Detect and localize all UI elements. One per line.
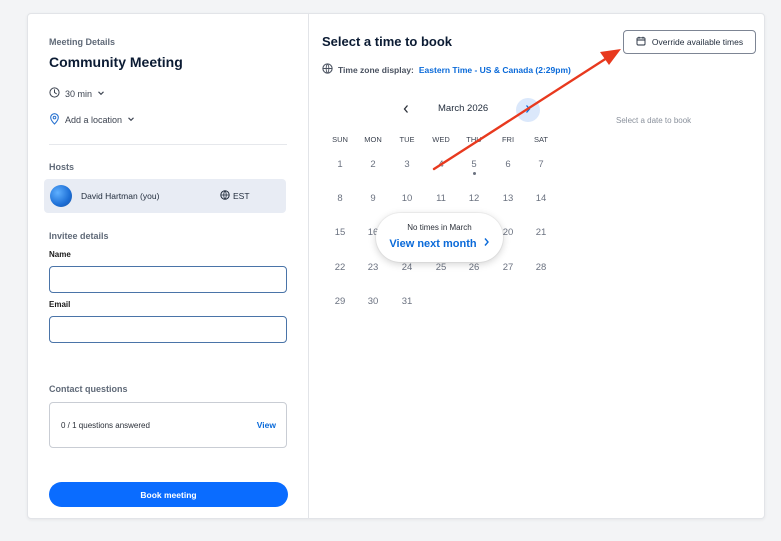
calendar-day: 14: [535, 193, 547, 204]
calendar-day: 15: [334, 227, 346, 238]
map-pin-icon: [49, 113, 60, 127]
name-field[interactable]: [49, 266, 287, 293]
calendar-day: 12: [468, 193, 480, 204]
calendar-day: 1: [337, 159, 343, 170]
month-label: March 2026: [438, 103, 489, 114]
timezone-value[interactable]: Eastern Time - US & Canada (2:29pm): [419, 65, 571, 75]
contact-questions-label: Contact questions: [49, 384, 128, 394]
timezone-label: Time zone display:: [338, 64, 414, 75]
calendar-day: 6: [505, 159, 511, 170]
meeting-details-label: Meeting Details: [49, 37, 116, 47]
meeting-title: Community Meeting: [49, 54, 183, 70]
calendar-day: 11: [436, 193, 446, 204]
no-times-message: No times in March: [407, 223, 472, 232]
select-date-hint: Select a date to book: [616, 116, 692, 125]
today-marker: [472, 172, 476, 175]
location-selector[interactable]: Add a location: [49, 113, 135, 127]
divider: [49, 144, 287, 145]
host-row: David Hartman (you) EST: [44, 179, 286, 213]
chevron-right-icon: [483, 237, 490, 250]
calendar-day: 2: [370, 159, 376, 170]
calendar-day: 31: [401, 296, 413, 307]
calendar-day: 22: [334, 262, 346, 273]
calendar-day: 10: [401, 193, 413, 204]
questions-status: 0 / 1 questions answered: [61, 420, 150, 430]
calendar-day: 7: [538, 159, 544, 170]
host-timezone: EST: [220, 190, 250, 202]
calendar-day: 3: [404, 159, 410, 170]
chevron-down-icon: [97, 89, 105, 99]
hosts-label: Hosts: [49, 162, 75, 172]
duration-value: 30 min: [65, 88, 93, 99]
weekday-sun: SUN: [332, 135, 348, 144]
weekday-thu: THU: [466, 135, 482, 144]
weekday-wed: WED: [432, 135, 450, 144]
weekday-sat: SAT: [533, 135, 549, 144]
select-time-title: Select a time to book: [322, 34, 453, 49]
calendar-day: 13: [502, 193, 514, 204]
host-timezone-label: EST: [233, 191, 250, 201]
no-times-popup: No times in March View next month: [376, 213, 503, 262]
calendar-day: 23: [367, 262, 379, 273]
globe-icon: [220, 190, 230, 202]
calendar-day: 8: [337, 193, 343, 204]
email-field[interactable]: [49, 316, 287, 343]
host-name: David Hartman (you): [81, 191, 160, 201]
weekday-mon: MON: [364, 135, 382, 144]
contact-questions-box: 0 / 1 questions answered View: [49, 402, 287, 448]
calendar-day: 27: [502, 262, 514, 273]
weekday-tue: TUE: [399, 135, 415, 144]
booking-card: Meeting Details Community Meeting 30 min…: [27, 13, 765, 519]
calendar-day: 4: [438, 159, 444, 170]
chevron-right-icon: [524, 101, 532, 119]
globe-icon: [322, 63, 333, 76]
name-label: Name: [49, 250, 71, 259]
view-next-month-link[interactable]: View next month: [376, 237, 503, 250]
duration-selector[interactable]: 30 min: [49, 87, 105, 100]
email-label: Email: [49, 300, 71, 309]
meeting-details-panel: Meeting Details Community Meeting 30 min…: [28, 14, 309, 518]
calendar-day: 21: [535, 227, 547, 238]
calendar-icon: [636, 36, 646, 48]
calendar-day: 30: [367, 296, 379, 307]
override-available-times-button[interactable]: Override available times: [623, 30, 756, 54]
chevron-down-icon: [127, 115, 135, 125]
time-selection-panel: Select a time to book Time zone display:…: [310, 14, 764, 518]
calendar-day: 9: [370, 193, 376, 204]
calendar-day: 28: [535, 262, 547, 273]
timezone-display[interactable]: Time zone display: Eastern Time - US & C…: [322, 63, 571, 76]
invitee-details-label: Invitee details: [49, 231, 109, 241]
avatar: [50, 185, 72, 207]
view-questions-link[interactable]: View: [257, 420, 276, 430]
weekday-fri: FRI: [501, 135, 515, 144]
previous-month-button[interactable]: [394, 98, 418, 122]
clock-icon: [49, 87, 60, 100]
chevron-left-icon: [402, 101, 410, 119]
book-meeting-button[interactable]: Book meeting: [49, 482, 288, 507]
override-button-label: Override available times: [651, 37, 744, 47]
calendar-day: 29: [334, 296, 346, 307]
next-month-button[interactable]: [516, 98, 540, 122]
view-next-month-label: View next month: [389, 237, 477, 250]
location-value: Add a location: [65, 115, 123, 125]
